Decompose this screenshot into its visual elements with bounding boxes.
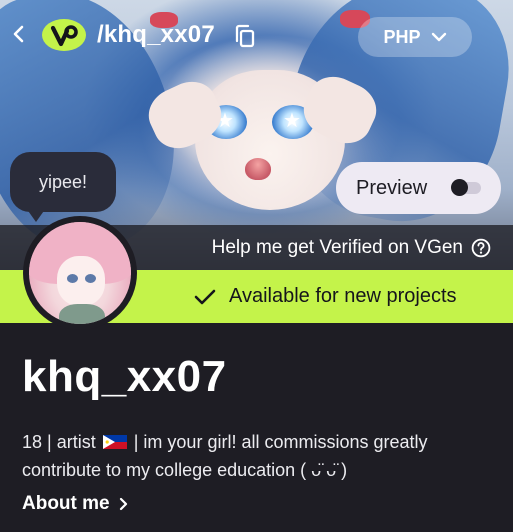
preview-switch-knob bbox=[451, 179, 468, 196]
avatar-body bbox=[59, 304, 105, 324]
currency-label: PHP bbox=[383, 26, 421, 47]
copy-icon[interactable] bbox=[233, 23, 257, 49]
profile-bio: 18 | artist | im your girl! all commissi… bbox=[22, 428, 502, 484]
top-bar: /khq_xx07 PHP bbox=[0, 14, 513, 57]
preview-switch[interactable] bbox=[451, 179, 481, 197]
check-icon bbox=[194, 289, 216, 305]
get-verified-link[interactable]: Help me get Verified on VGen bbox=[212, 237, 491, 259]
chevron-right-icon bbox=[119, 497, 127, 511]
availability-text: Available for new projects bbox=[229, 285, 457, 307]
speech-bubble: yipee! bbox=[10, 152, 116, 212]
speech-bubble-text: yipee! bbox=[38, 172, 88, 192]
get-verified-text: Help me get Verified on VGen bbox=[211, 237, 463, 258]
chevron-down-icon bbox=[431, 32, 446, 42]
banner-mouth bbox=[245, 158, 271, 180]
bio-text-start: 18 | artist bbox=[22, 432, 96, 452]
profile-handle-path: /khq_xx07 bbox=[97, 21, 215, 48]
avatar-eye-right bbox=[85, 274, 96, 283]
speech-bubble-tail bbox=[26, 208, 46, 222]
currency-selector[interactable]: PHP bbox=[358, 17, 472, 57]
avatar-eye-left bbox=[67, 274, 78, 283]
question-circle-icon bbox=[471, 238, 491, 258]
about-me-label: About me bbox=[22, 493, 110, 514]
preview-toggle[interactable]: Preview bbox=[336, 162, 501, 214]
chevron-left-icon[interactable] bbox=[10, 24, 28, 44]
avatar[interactable] bbox=[29, 222, 131, 324]
preview-label: Preview bbox=[356, 176, 428, 199]
avatar-face bbox=[57, 256, 105, 306]
username-heading: khq_xx07 bbox=[22, 352, 227, 401]
about-me-link[interactable]: About me bbox=[22, 493, 128, 515]
philippines-flag-icon bbox=[102, 435, 127, 449]
vgen-logo-icon[interactable] bbox=[40, 17, 88, 53]
banner-star-right: ★ bbox=[283, 108, 301, 132]
